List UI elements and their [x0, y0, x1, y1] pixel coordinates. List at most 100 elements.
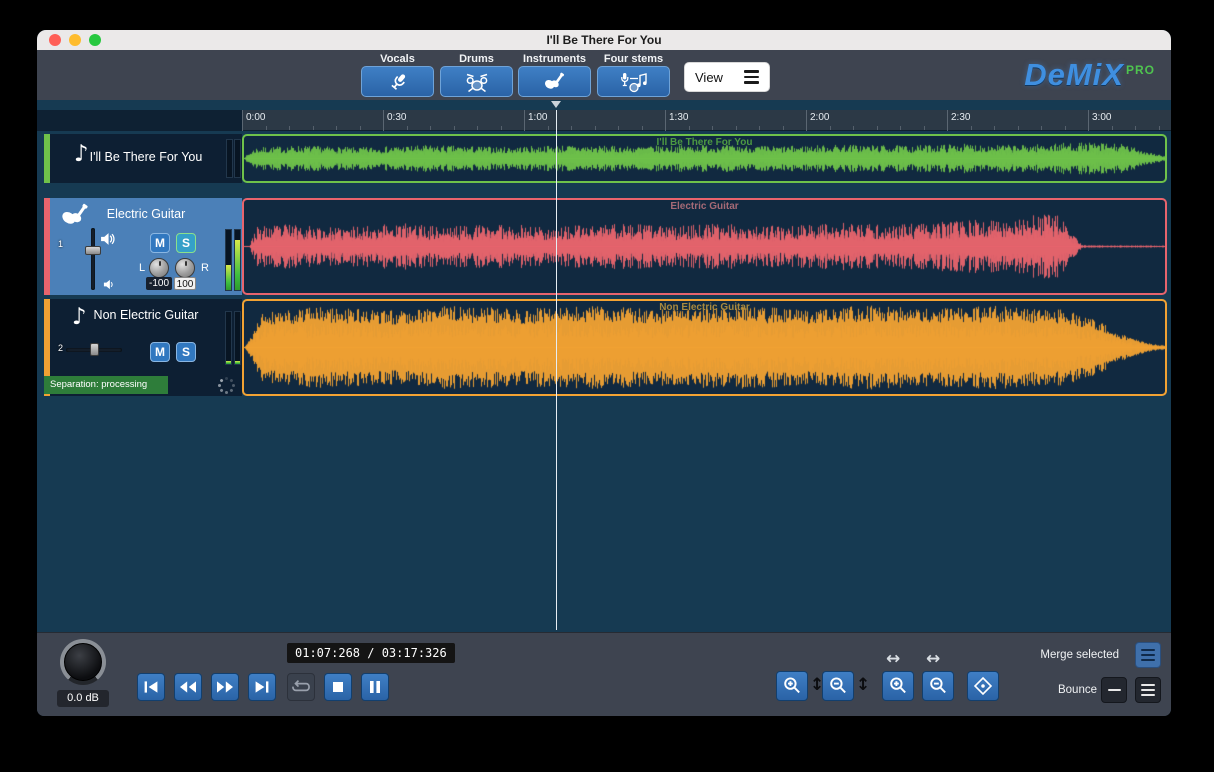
zoom-fit-button[interactable]	[967, 671, 999, 701]
clip-label: Non Electric Guitar	[244, 302, 1165, 313]
timeline-tick: 0:30	[383, 110, 384, 131]
horizontal-zoom-drag-handle[interactable]: ↔	[926, 649, 940, 669]
pause-button[interactable]	[361, 673, 389, 701]
pause-icon	[367, 679, 383, 695]
clip-non-electric-guitar[interactable]: Non Electric Guitar	[242, 299, 1167, 396]
pan-left-value[interactable]: -100	[146, 277, 172, 290]
pan-left-knob[interactable]	[149, 258, 169, 278]
timeline-ruler[interactable]: 0:000:301:001:302:002:303:00	[37, 110, 1171, 131]
track-index: 2	[58, 343, 63, 353]
zoom-fit-icon	[971, 674, 995, 698]
timeline-tick: 2:00	[806, 110, 807, 131]
minus-icon	[1108, 689, 1121, 692]
vocals-separation-button[interactable]	[361, 66, 434, 97]
waveform-canvas-non-electric-guitar[interactable]	[244, 301, 1165, 394]
four-stems-label: Four stems	[597, 53, 670, 65]
track-header-electric-guitar[interactable]: 1 Electric Guitar	[50, 198, 242, 295]
drums-separation-button[interactable]	[440, 66, 513, 97]
merge-menu-button[interactable]	[1135, 642, 1161, 668]
loop-button[interactable]	[287, 673, 315, 701]
speaker-quiet-icon	[103, 279, 114, 290]
title-bar: I'll Be There For You	[37, 30, 1171, 50]
horizontal-zoom-in-button[interactable]	[882, 671, 914, 701]
zoom-out-icon	[926, 674, 950, 698]
pan-right-label: R	[201, 262, 209, 274]
stop-icon	[330, 679, 346, 695]
level-meter-left	[225, 311, 232, 365]
instruments-label: Instruments	[518, 53, 591, 65]
transport-bar: 0.0 dB 01:07:268 / 03:17:326 ↕ ↕	[37, 632, 1171, 716]
stem-group-four-stems: Four stems	[597, 50, 670, 100]
stem-group-instruments: Instruments	[518, 50, 591, 100]
track-row-mix: ♪ I'll Be There For You I'll Be There Fo…	[37, 134, 1171, 183]
waveform-canvas-electric-guitar[interactable]	[244, 200, 1165, 293]
clip-electric-guitar[interactable]: Electric Guitar	[242, 198, 1167, 295]
drums-icon	[464, 70, 490, 94]
pan-slider[interactable]	[66, 343, 122, 357]
bounce-menu-button[interactable]	[1135, 677, 1161, 703]
level-meter-left	[225, 229, 232, 291]
clip-mix[interactable]: I'll Be There For You	[242, 134, 1167, 183]
volume-slider[interactable]	[85, 228, 101, 290]
menu-icon	[1141, 684, 1155, 697]
track-name: Non Electric Guitar	[50, 308, 242, 322]
stop-button[interactable]	[324, 673, 352, 701]
level-meter-right	[234, 311, 241, 365]
vertical-zoom-out-button[interactable]	[822, 671, 854, 701]
playhead-marker[interactable]	[551, 101, 561, 108]
menu-icon	[1141, 649, 1155, 662]
time-display: 01:07:268 / 03:17:326	[287, 643, 455, 663]
instruments-separation-button[interactable]	[518, 66, 591, 97]
view-menu-icon	[744, 70, 759, 84]
zoom-in-icon	[780, 674, 804, 698]
timeline-tick: 3:00	[1088, 110, 1089, 131]
rewind-icon	[178, 679, 198, 695]
timeline-tick: 0:00	[242, 110, 243, 131]
vertical-zoom-drag-handle[interactable]: ↕	[856, 675, 870, 695]
bounce-remove-button[interactable]	[1101, 677, 1127, 703]
stem-group-drums: Drums	[440, 50, 513, 100]
volume-slider-handle[interactable]	[85, 246, 101, 255]
bounce-label: Bounce	[1058, 684, 1097, 696]
pan-right-knob[interactable]	[175, 258, 195, 278]
timeline-tick: 1:30	[665, 110, 666, 131]
track-name: Electric Guitar	[50, 207, 242, 221]
track-name: I'll Be There For You	[50, 150, 242, 164]
logo-text: DeMiX	[1024, 57, 1124, 93]
skip-to-start-button[interactable]	[137, 673, 165, 701]
fast-forward-button[interactable]	[211, 673, 239, 701]
mute-button[interactable]: M	[150, 342, 170, 362]
pan-slider-handle[interactable]	[90, 343, 99, 356]
ruler-corner	[37, 110, 242, 131]
app-window: I'll Be There For You Vocals Drums	[37, 30, 1171, 716]
playhead-line[interactable]	[556, 110, 557, 630]
skip-start-icon	[141, 679, 161, 695]
master-volume-knob[interactable]	[60, 639, 106, 685]
solo-button[interactable]: S	[176, 233, 196, 253]
rewind-button[interactable]	[174, 673, 202, 701]
mute-button[interactable]: M	[150, 233, 170, 253]
pan-right-value[interactable]: 100	[174, 277, 196, 290]
skip-to-end-button[interactable]	[248, 673, 276, 701]
skip-end-icon	[252, 679, 272, 695]
four-stems-separation-button[interactable]	[597, 66, 670, 97]
track-header-mix[interactable]: ♪ I'll Be There For You	[50, 134, 242, 183]
processing-spinner	[217, 376, 235, 394]
level-meter-left	[226, 139, 233, 178]
volume-slider-track	[91, 228, 95, 290]
horizontal-zoom-out-button[interactable]	[922, 671, 954, 701]
view-button[interactable]: View	[684, 62, 770, 92]
master-volume-value: 0.0 dB	[57, 690, 109, 707]
separation-status: Separation: processing	[44, 376, 168, 394]
horizontal-zoom-drag-handle[interactable]: ↔	[886, 649, 900, 669]
loop-icon	[290, 678, 312, 696]
level-meter-right	[234, 229, 241, 291]
window-title: I'll Be There For You	[37, 33, 1171, 47]
knob-face	[64, 643, 102, 681]
timeline-tick: 1:00	[524, 110, 525, 131]
merge-selected-label: Merge selected	[1040, 649, 1119, 661]
solo-button[interactable]: S	[176, 342, 196, 362]
demix-pro-logo: DeMiX PRO	[1024, 57, 1155, 93]
vertical-zoom-in-button[interactable]	[776, 671, 808, 701]
fast-forward-icon	[215, 679, 235, 695]
